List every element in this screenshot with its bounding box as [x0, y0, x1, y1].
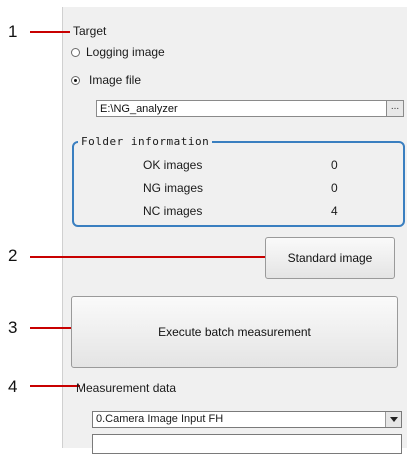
measurement-data-selected-value: 0.Camera Image Input FH: [96, 413, 224, 425]
execute-batch-measurement-button[interactable]: Execute batch measurement: [71, 296, 398, 368]
radio-logging-image-label: Logging image: [86, 45, 165, 59]
measurement-data-label: Measurement data: [76, 381, 177, 395]
callout-line-1: [30, 31, 70, 33]
folder-information-box: [72, 141, 405, 227]
target-label: Target: [73, 24, 107, 38]
callout-4: 4: [8, 377, 18, 396]
radio-image-file[interactable]: Image file: [71, 73, 141, 87]
callout-2: 2: [8, 246, 18, 265]
ng-images-count: 0: [331, 181, 338, 195]
callout-1: 1: [8, 22, 18, 41]
measurement-data-text-field[interactable]: [92, 434, 402, 454]
image-file-path-input[interactable]: E:\NG_analyzer: [96, 100, 386, 117]
callout-line-4: [30, 385, 80, 387]
callout-line-3: [30, 327, 76, 329]
ok-images-count: 0: [331, 158, 338, 172]
radio-image-file-label: Image file: [89, 73, 142, 87]
browse-button[interactable]: ...: [386, 100, 404, 117]
ng-images-label: NG images: [143, 181, 204, 195]
measurement-data-select[interactable]: 0.Camera Image Input FH: [92, 411, 402, 428]
callout-line-2: [30, 256, 268, 258]
ok-images-label: OK images: [143, 158, 203, 172]
standard-image-button[interactable]: Standard image: [265, 237, 395, 279]
nc-images-count: 4: [331, 204, 338, 218]
radio-button-checked-icon[interactable]: [71, 75, 80, 85]
chevron-down-icon[interactable]: [385, 412, 401, 427]
nc-images-label: NC images: [143, 204, 203, 218]
callout-3: 3: [8, 318, 18, 337]
radio-logging-image[interactable]: Logging image: [71, 45, 165, 59]
radio-button-icon[interactable]: [71, 47, 80, 57]
folder-information-title: Folder information: [78, 135, 213, 148]
